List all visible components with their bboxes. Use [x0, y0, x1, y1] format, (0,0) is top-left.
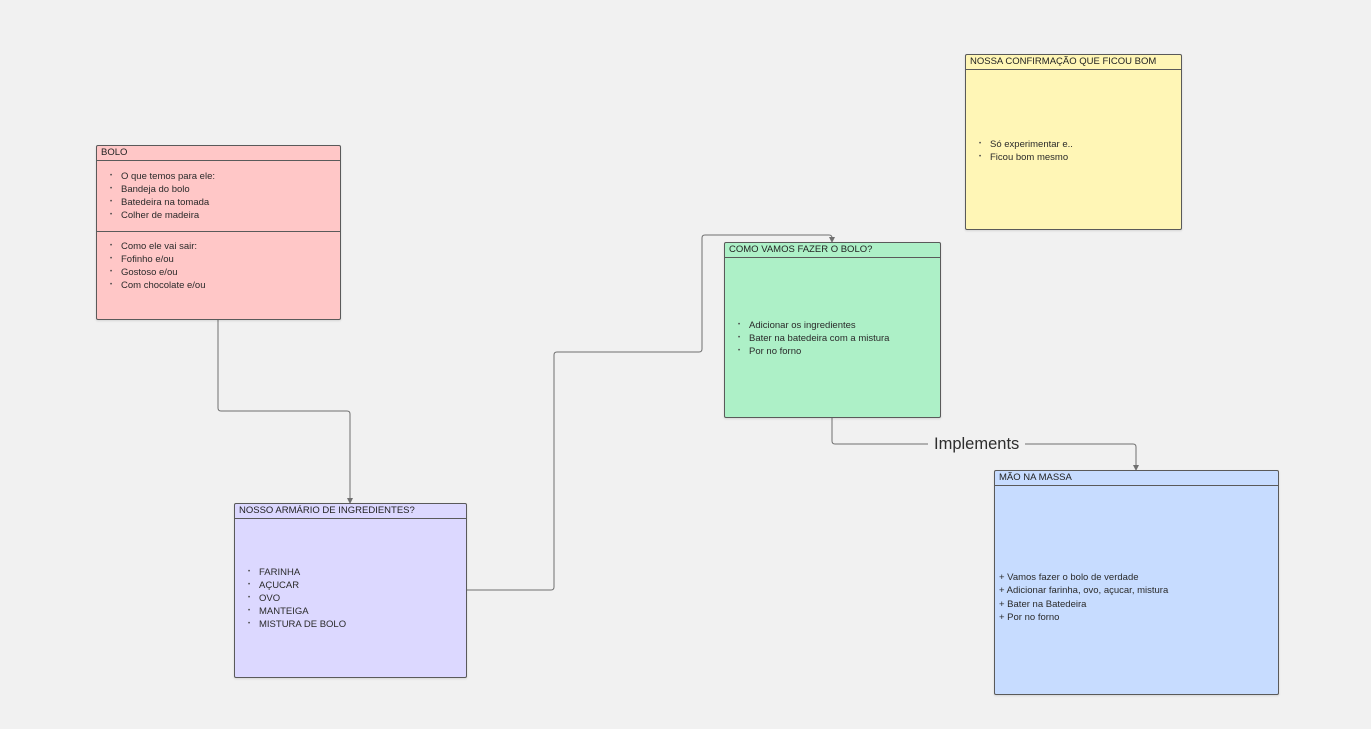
connector-bolo-to-armario[interactable]	[217, 319, 353, 504]
node-title-armario: NOSSO ARMÁRIO DE INGREDIENTES?	[235, 504, 466, 519]
list-item: AÇUCAR	[245, 579, 466, 592]
list-item: Gostoso e/ou	[107, 266, 340, 279]
confirmacao-section-items: Só experimentar e.. Ficou bom mesmo	[966, 70, 1181, 164]
class-node-mao[interactable]: MÃO NA MASSA + Vamos fazer o bolo de ver…	[994, 470, 1279, 695]
list-item: Bater na batedeira com a mistura	[735, 332, 940, 345]
list-item: + Por no forno	[999, 611, 1060, 623]
list-item: MISTURA DE BOLO	[245, 618, 466, 631]
list-item: Como ele vai sair:	[107, 240, 340, 253]
list-item: FARINHA	[245, 566, 466, 579]
list-item: O que temos para ele:	[107, 170, 340, 183]
list-item: + Vamos fazer o bolo de verdade	[999, 572, 1139, 583]
list-item: Ficou bom mesmo	[976, 151, 1181, 164]
connector-label-implements[interactable]: Implements	[928, 434, 1026, 454]
bolo-section-resources: O que temos para ele: Bandeja do bolo Ba…	[97, 161, 340, 231]
list-item: + Adicionar farinha, ovo, açucar, mistur…	[999, 585, 1169, 597]
armario-section-items: FARINHA AÇUCAR OVO MANTEIGA MISTURA DE B…	[235, 519, 466, 631]
list-item: Só experimentar e..	[976, 138, 1181, 151]
list-item: Por no forno	[735, 345, 940, 358]
bolo-section-outcome: Como ele vai sair: Fofinho e/ou Gostoso …	[97, 231, 340, 292]
class-node-confirmacao[interactable]: NOSSA CONFIRMAÇÃO QUE FICOU BOM Só exper…	[965, 54, 1182, 230]
list-item: OVO	[245, 592, 466, 605]
node-title-como: COMO VAMOS FAZER O BOLO?	[725, 243, 940, 258]
list-item: Batedeira na tomada	[107, 196, 340, 209]
list-item: Adicionar os ingredientes	[735, 319, 940, 332]
list-item: Bandeja do bolo	[107, 183, 340, 196]
class-node-como[interactable]: COMO VAMOS FAZER O BOLO? Adicionar os in…	[724, 242, 941, 418]
mao-section-methods: + Vamos fazer o bolo de verdade + Adicio…	[995, 486, 1278, 624]
class-node-bolo[interactable]: BOLO O que temos para ele: Bandeja do bo…	[96, 145, 341, 320]
list-item: Colher de madeira	[107, 209, 340, 222]
class-node-armario[interactable]: NOSSO ARMÁRIO DE INGREDIENTES? FARINHA A…	[234, 503, 467, 678]
node-title-bolo: BOLO	[97, 146, 340, 161]
diagram-canvas[interactable]: Implements BOLO O que temos para ele: Ba…	[0, 0, 1371, 729]
node-title-mao: MÃO NA MASSA	[995, 471, 1278, 486]
list-item: + Bater na Batedeira	[999, 598, 1087, 610]
list-item: MANTEIGA	[245, 605, 466, 618]
como-section-items: Adicionar os ingredientes Bater na bated…	[725, 258, 940, 358]
list-item: Com chocolate e/ou	[107, 279, 340, 292]
list-item: Fofinho e/ou	[107, 253, 340, 266]
node-title-confirmacao: NOSSA CONFIRMAÇÃO QUE FICOU BOM	[966, 55, 1181, 70]
